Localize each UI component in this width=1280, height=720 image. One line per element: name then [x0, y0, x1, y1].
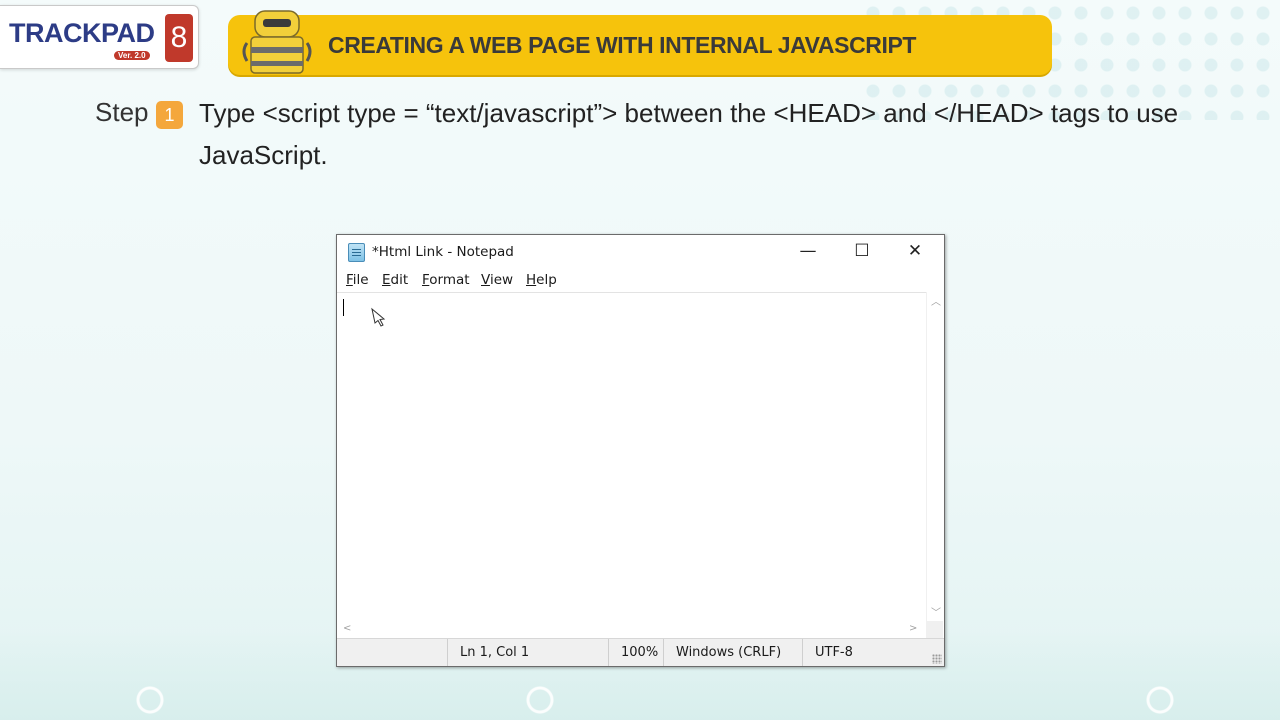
scroll-right-icon[interactable]: > [909, 623, 917, 634]
notepad-window: *Html Link - Notepad — ☐ ✕ File Edit For… [336, 234, 945, 667]
text-editor-area[interactable] [337, 292, 926, 623]
menu-edit[interactable]: Edit [382, 272, 408, 288]
horizontal-scrollbar[interactable]: < > [337, 621, 926, 638]
page-title: CREATING A WEB PAGE WITH INTERNAL JAVASC… [328, 32, 917, 58]
menu-view-accel: V [481, 272, 490, 288]
robot-mascot-icon [242, 10, 312, 74]
title-banner: CREATING A WEB PAGE WITH INTERNAL JAVASC… [228, 10, 1052, 75]
title-bar[interactable]: *Html Link - Notepad — ☐ ✕ [337, 235, 944, 268]
notepad-icon [348, 243, 365, 262]
logo-number: 8 [165, 14, 193, 62]
vertical-scrollbar[interactable]: ︿ ﹀ [926, 292, 944, 622]
menu-help[interactable]: Help [526, 272, 557, 288]
logo-wordmark: TRACKPAD [9, 18, 155, 48]
window-title: *Html Link - Notepad [372, 244, 514, 260]
menu-file[interactable]: File [346, 272, 369, 288]
menu-help-accel: H [526, 272, 537, 288]
scroll-left-icon[interactable]: < [343, 623, 351, 634]
mouse-pointer-icon [371, 307, 386, 327]
scroll-corner [926, 621, 943, 638]
menu-view[interactable]: View [481, 272, 513, 288]
text-caret [343, 299, 344, 316]
status-encoding: UTF-8 [802, 639, 922, 666]
menu-view-rest: iew [489, 272, 514, 288]
scroll-up-icon[interactable]: ︿ [931, 293, 941, 308]
maximize-button[interactable]: ☐ [839, 235, 885, 268]
minimize-button[interactable]: — [785, 235, 831, 268]
step-number-badge: 1 [156, 101, 183, 129]
step-label: Step [95, 97, 149, 127]
menu-file-rest: ile [352, 272, 369, 288]
menu-bar: File Edit Format View Help [337, 268, 944, 292]
trackpad-logo: TRACKPAD Ver. 2.0 8 [0, 5, 199, 69]
menu-format[interactable]: Format [422, 272, 470, 288]
menu-file-accel: F [346, 272, 353, 288]
close-button[interactable]: ✕ [892, 235, 938, 268]
menu-edit-accel: E [382, 272, 391, 288]
menu-edit-rest: dit [390, 272, 409, 288]
resize-grip-icon[interactable] [932, 654, 942, 664]
step-instruction: Type <script type = “text/javascript”> b… [199, 98, 1179, 170]
scroll-down-icon[interactable]: ﹀ [931, 604, 941, 619]
status-bar: Ln 1, Col 1 100% Windows (CRLF) UTF-8 [337, 638, 944, 666]
logo-version: Ver. 2.0 [114, 51, 150, 60]
menu-help-rest: elp [536, 272, 557, 288]
status-line-ending: Windows (CRLF) [663, 639, 803, 666]
status-position: Ln 1, Col 1 [447, 639, 609, 666]
status-zoom: 100% [608, 639, 664, 666]
menu-format-rest: ormat [429, 272, 470, 288]
